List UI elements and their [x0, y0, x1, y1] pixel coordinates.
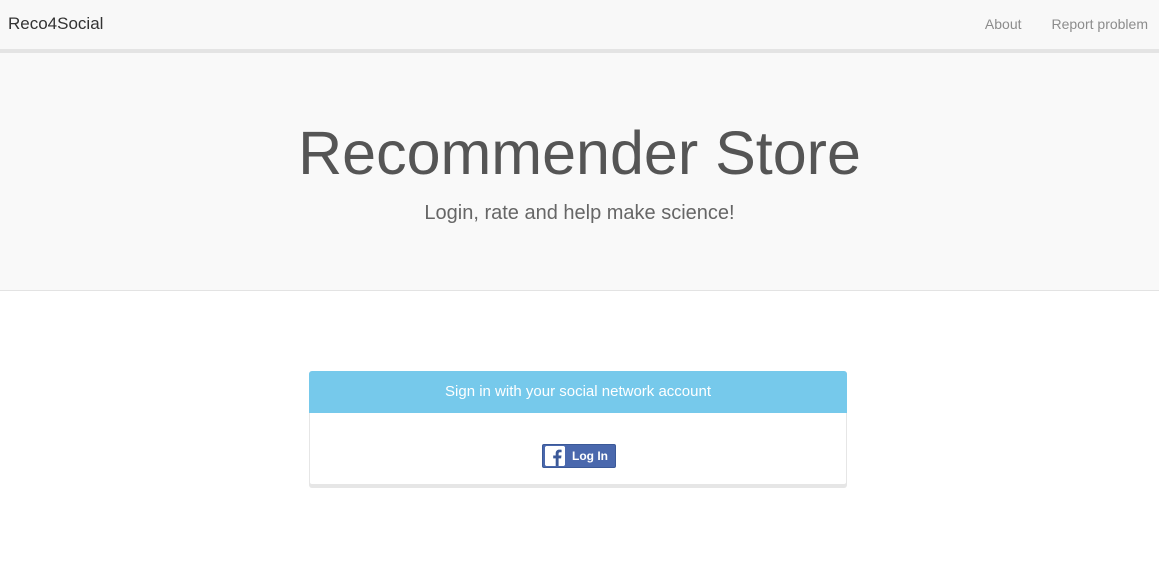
- facebook-login-button[interactable]: Log In: [542, 444, 616, 468]
- page-title: Recommender Store: [298, 119, 861, 187]
- top-navbar: Reco4Social About Report problem: [0, 0, 1159, 53]
- brand-link[interactable]: Reco4Social: [8, 14, 103, 34]
- facebook-login-label: Log In: [572, 449, 608, 463]
- page-subtitle: Login, rate and help make science!: [424, 202, 735, 224]
- nav-link-about[interactable]: About: [985, 16, 1022, 33]
- facebook-icon: [545, 446, 565, 466]
- social-login-panel: Sign in with your social network account…: [309, 371, 847, 485]
- panel-heading: Sign in with your social network account: [309, 371, 847, 413]
- nav-links: About Report problem: [985, 16, 1148, 33]
- nav-link-report-problem[interactable]: Report problem: [1052, 16, 1149, 33]
- hero-banner: Recommender Store Login, rate and help m…: [0, 53, 1159, 291]
